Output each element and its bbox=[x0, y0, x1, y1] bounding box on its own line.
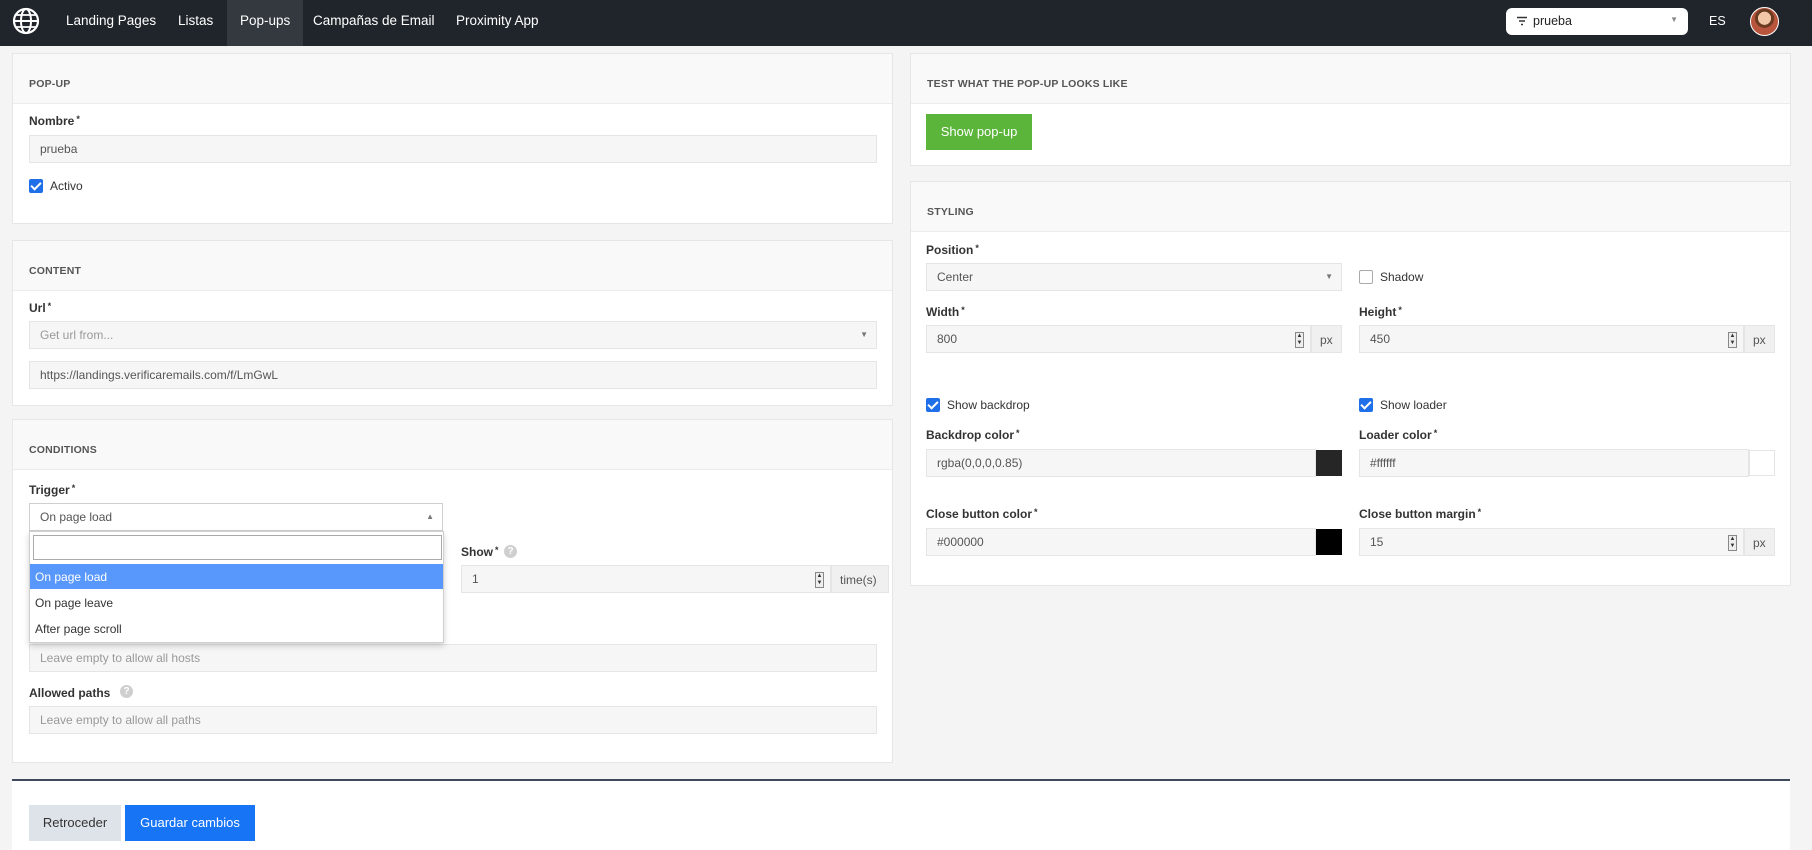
close-button-color-input[interactable]: #000000 bbox=[926, 528, 1316, 556]
chevron-up-icon: ▲ bbox=[426, 512, 434, 521]
url-source-select[interactable]: Get url from... ▼ bbox=[29, 321, 877, 349]
allowed-paths-input[interactable]: Leave empty to allow all paths bbox=[29, 706, 877, 734]
show-loader-checkbox[interactable] bbox=[1359, 398, 1373, 412]
backdrop-color-input[interactable]: rgba(0,0,0,0.85) bbox=[926, 449, 1316, 477]
url-label: Url * bbox=[29, 301, 52, 315]
styling-panel-header: STYLING bbox=[911, 182, 1790, 232]
nav-pop-ups[interactable]: Pop-ups bbox=[227, 0, 304, 46]
nav-landing-pages[interactable]: Landing Pages bbox=[53, 0, 169, 46]
test-panel: TEST WHAT THE POP-UP LOOKS LIKE Show pop… bbox=[910, 53, 1791, 166]
styling-panel: STYLING Position * Center ▼ Shadow Width *… bbox=[910, 181, 1791, 586]
name-label: Nombre * bbox=[29, 114, 80, 128]
trigger-select[interactable]: On page load ▲ bbox=[29, 503, 443, 531]
height-input[interactable]: 450 ▲ ▼ bbox=[1359, 325, 1744, 353]
backdrop-color-swatch[interactable] bbox=[1316, 450, 1342, 476]
show-backdrop-label: Show backdrop bbox=[947, 398, 1030, 412]
width-input[interactable]: 800 ▲ ▼ bbox=[926, 325, 1311, 353]
close-button-color-swatch[interactable] bbox=[1316, 529, 1342, 555]
context-select-value: prueba bbox=[1533, 14, 1572, 28]
globe-logo-icon[interactable] bbox=[12, 7, 40, 35]
position-label: Position * bbox=[926, 243, 979, 257]
close-button-margin-label: Close button margin * bbox=[1359, 507, 1482, 521]
times-unit: time(s) bbox=[831, 565, 889, 593]
language-switch[interactable]: ES bbox=[1709, 14, 1726, 28]
popup-panel: POP-UP Nombre * prueba Activo bbox=[12, 53, 893, 224]
nav-campanas-email[interactable]: Campañas de Email bbox=[300, 0, 448, 46]
width-unit: px bbox=[1311, 325, 1342, 353]
close-button-margin-input[interactable]: 15 ▲ ▼ bbox=[1359, 528, 1744, 556]
close-button-margin-value: 15 bbox=[1370, 535, 1384, 549]
width-label: Width * bbox=[926, 305, 965, 319]
shadow-label: Shadow bbox=[1380, 270, 1424, 284]
spinner-icon[interactable]: ▲ ▼ bbox=[1728, 535, 1737, 551]
trigger-select-value: On page load bbox=[40, 510, 113, 524]
save-changes-button[interactable]: Guardar cambios bbox=[125, 805, 255, 841]
shadow-checkbox[interactable] bbox=[1359, 270, 1373, 284]
active-checkbox[interactable] bbox=[29, 179, 43, 193]
trigger-option[interactable]: On page leave bbox=[30, 590, 443, 615]
show-times-value: 1 bbox=[472, 572, 479, 586]
content-panel: CONTENT Url * Get url from... ▼ https://l… bbox=[12, 240, 893, 406]
back-button[interactable]: Retroceder bbox=[29, 805, 121, 841]
close-button-color-label: Close button color * bbox=[926, 507, 1038, 521]
popup-panel-header: POP-UP bbox=[13, 54, 892, 104]
url-input[interactable]: https://landings.verificaremails.com/f/L… bbox=[29, 361, 877, 389]
trigger-option[interactable]: After page scroll bbox=[30, 616, 443, 641]
height-unit: px bbox=[1744, 325, 1775, 353]
show-backdrop-checkbox[interactable] bbox=[926, 398, 940, 412]
position-select-value: Center bbox=[937, 270, 974, 284]
content-panel-header: CONTENT bbox=[13, 241, 892, 291]
loader-color-label: Loader color * bbox=[1359, 428, 1438, 442]
chevron-down-icon: ▼ bbox=[860, 330, 868, 339]
loader-color-swatch[interactable] bbox=[1749, 450, 1775, 476]
footer-action-bar: Retroceder Guardar cambios bbox=[12, 779, 1790, 850]
trigger-dropdown: On page load On page leave After page sc… bbox=[29, 531, 444, 643]
show-popup-button[interactable]: Show pop-up bbox=[926, 114, 1032, 150]
loader-color-input[interactable]: #ffffff bbox=[1359, 449, 1749, 477]
spinner-icon[interactable]: ▲ ▼ bbox=[1728, 332, 1737, 348]
trigger-label: Trigger * bbox=[29, 483, 76, 497]
allowed-hosts-input[interactable]: Leave empty to allow all hosts bbox=[29, 644, 877, 672]
chevron-down-icon: ▼ bbox=[1670, 15, 1678, 24]
show-times-input[interactable]: 1 ▲ ▼ bbox=[461, 565, 831, 593]
help-icon[interactable]: ? bbox=[120, 685, 133, 698]
backdrop-color-label: Backdrop color * bbox=[926, 428, 1020, 442]
context-select[interactable]: prueba ▼ bbox=[1506, 8, 1688, 35]
trigger-option[interactable]: On page load bbox=[30, 564, 443, 589]
dropdown-search-input[interactable] bbox=[33, 535, 442, 560]
chevron-down-icon: ▼ bbox=[1325, 272, 1333, 281]
name-input[interactable]: prueba bbox=[29, 135, 877, 163]
allowed-paths-label: Allowed paths bbox=[29, 686, 111, 700]
conditions-panel-header: CONDITIONS bbox=[13, 420, 892, 470]
filter-icon bbox=[1517, 16, 1527, 26]
height-value: 450 bbox=[1370, 332, 1391, 346]
help-icon[interactable]: ? bbox=[504, 545, 517, 558]
show-loader-label: Show loader bbox=[1380, 398, 1447, 412]
nav-listas[interactable]: Listas bbox=[165, 0, 226, 46]
width-value: 800 bbox=[937, 332, 958, 346]
show-label: Show * bbox=[461, 545, 499, 559]
margin-unit: px bbox=[1744, 528, 1775, 556]
spinner-icon[interactable]: ▲ ▼ bbox=[1295, 332, 1304, 348]
nav-proximity-app[interactable]: Proximity App bbox=[443, 0, 552, 46]
url-source-placeholder: Get url from... bbox=[40, 328, 114, 342]
height-label: Height * bbox=[1359, 305, 1402, 319]
test-panel-header: TEST WHAT THE POP-UP LOOKS LIKE bbox=[911, 54, 1790, 104]
spinner-icon[interactable]: ▲ ▼ bbox=[815, 572, 824, 588]
user-avatar[interactable] bbox=[1750, 7, 1779, 36]
top-navbar: Landing Pages Listas Pop-ups Campañas de… bbox=[0, 0, 1812, 46]
active-label: Activo bbox=[50, 179, 83, 193]
position-select[interactable]: Center ▼ bbox=[926, 263, 1342, 291]
